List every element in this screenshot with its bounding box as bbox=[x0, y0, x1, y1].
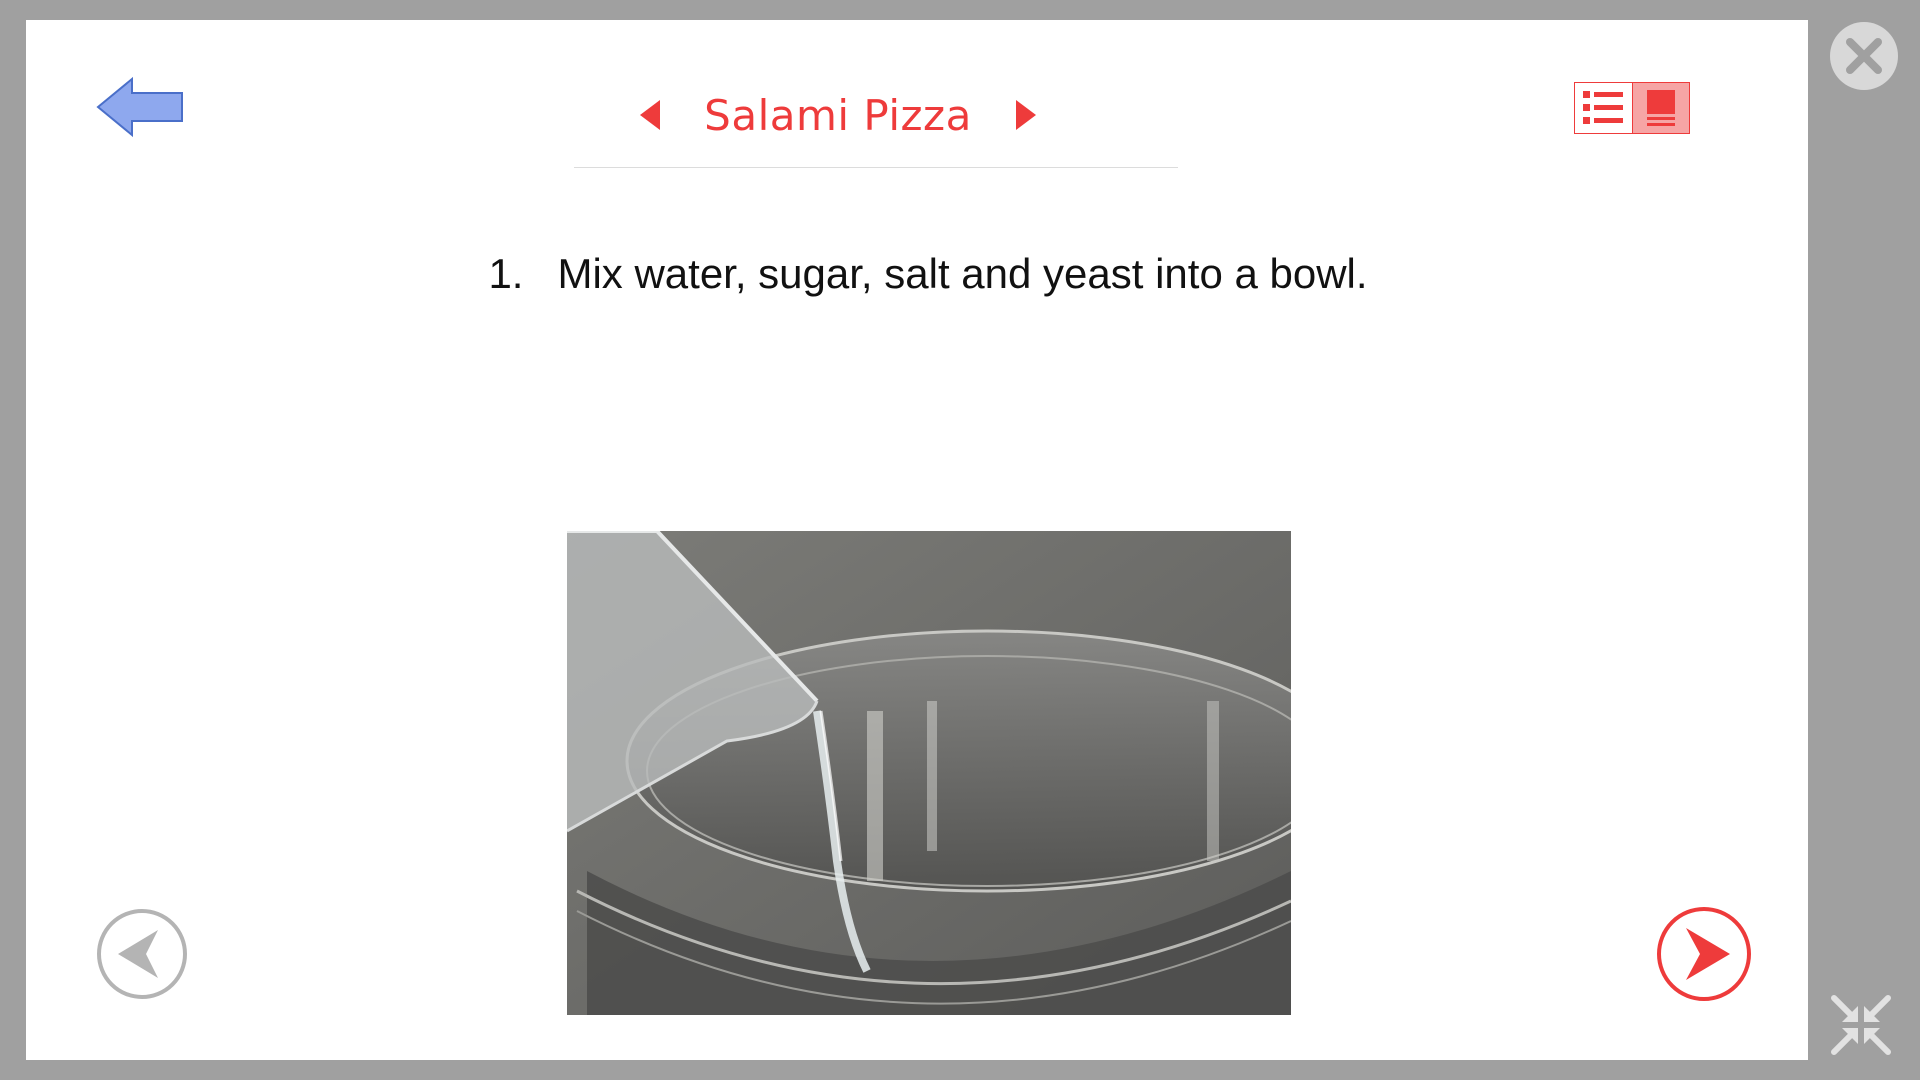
single-view-button[interactable] bbox=[1631, 83, 1689, 133]
list-view-button[interactable] bbox=[1575, 83, 1632, 133]
water-pouring-into-bowl-photo bbox=[567, 531, 1291, 1015]
view-toggle bbox=[1574, 82, 1690, 134]
step-number: 1. bbox=[488, 250, 524, 297]
app-window: Salami Pizza 1. Mix water, sugar, salt a… bbox=[0, 0, 1920, 1080]
recipe-title-bar: Salami Pizza bbox=[26, 80, 1830, 150]
close-icon[interactable] bbox=[1828, 20, 1900, 92]
exit-fullscreen-icon[interactable] bbox=[1830, 994, 1892, 1056]
list-view-icon bbox=[1583, 91, 1624, 124]
circle-next-arrow-icon[interactable] bbox=[1656, 906, 1752, 1002]
recipe-title: Salami Pizza bbox=[704, 90, 972, 140]
circle-prev-arrow-icon[interactable] bbox=[96, 908, 188, 1000]
step-instruction: 1. Mix water, sugar, salt and yeast into … bbox=[26, 250, 1830, 298]
single-view-icon bbox=[1646, 90, 1675, 126]
title-divider bbox=[574, 167, 1178, 168]
triangle-left-icon[interactable] bbox=[640, 100, 661, 130]
recipe-step-page: Salami Pizza 1. Mix water, sugar, salt a… bbox=[26, 20, 1808, 1060]
step-text: Mix water, sugar, salt and yeast into a … bbox=[557, 250, 1368, 297]
triangle-right-icon[interactable] bbox=[1015, 100, 1036, 130]
